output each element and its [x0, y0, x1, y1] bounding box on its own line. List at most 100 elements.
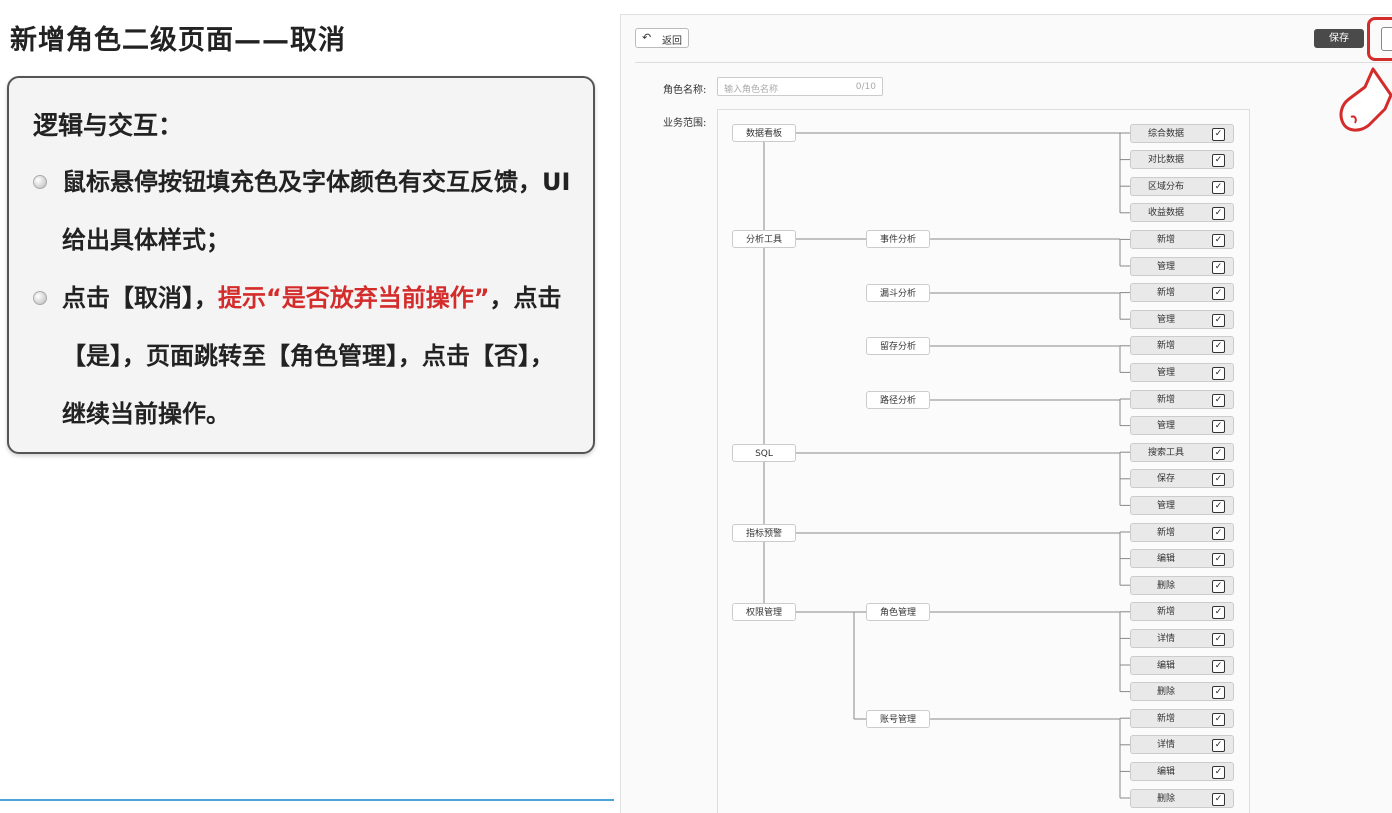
tree-node-mid[interactable]: 漏斗分析	[866, 284, 930, 302]
leaf-label: 编辑	[1156, 660, 1175, 671]
leaf-checkbox[interactable]: ✓	[1212, 579, 1225, 593]
tree-leaf-permission: 新增 ✓	[1130, 389, 1234, 409]
tree-node-mid[interactable]: 路径分析	[866, 391, 930, 409]
leaf-checkbox[interactable]: ✓	[1212, 287, 1225, 301]
tree-node-mid[interactable]: 角色管理	[866, 603, 930, 621]
leaf-label: 保存	[1156, 474, 1175, 485]
bullet-text-a: 点击【取消】，	[62, 284, 218, 312]
leaf-label: 编辑	[1156, 554, 1175, 565]
back-button[interactable]: ↶ 返回	[635, 28, 689, 48]
tree-leaf-permission: 编辑 ✓	[1130, 761, 1234, 781]
leaf-label: 删除	[1156, 793, 1175, 804]
tree-leaf-permission: 新增 ✓	[1130, 602, 1234, 622]
leaf-checkbox[interactable]: ✓	[1212, 127, 1225, 141]
tree-leaf-permission: 新增 ✓	[1130, 708, 1234, 728]
leaf-checkbox[interactable]: ✓	[1212, 420, 1225, 434]
leaf-checkbox[interactable]: ✓	[1212, 207, 1225, 221]
leaf-label: 新增	[1156, 394, 1175, 405]
slide-title: 新增角色二级页面——取消	[10, 25, 346, 56]
tree-node-top[interactable]: 权限管理	[732, 603, 796, 621]
tree-leaf-permission: 管理 ✓	[1130, 362, 1234, 382]
tree-leaf-permission: 新增 ✓	[1130, 336, 1234, 356]
slide-bottom-rule	[0, 799, 614, 801]
leaf-checkbox[interactable]: ✓	[1212, 446, 1225, 460]
role-edit-page: ↶ 返回 保存 角色名称: 输入角色名称 0/10 业务范围: 数据看板分析工具…	[620, 14, 1392, 813]
leaf-checkbox[interactable]: ✓	[1212, 632, 1225, 646]
tree-leaf-permission: 删除 ✓	[1130, 682, 1234, 702]
tree-node-top[interactable]: 数据看板	[732, 124, 796, 142]
leaf-label: 搜索工具	[1147, 447, 1184, 458]
leaf-label: 收益数据	[1147, 208, 1184, 219]
note-heading: 逻辑与交互：	[33, 111, 184, 140]
leaf-label: 管理	[1156, 500, 1175, 511]
leaf-checkbox[interactable]: ✓	[1212, 553, 1225, 567]
leaf-checkbox[interactable]: ✓	[1212, 233, 1225, 247]
leaf-label: 删除	[1156, 687, 1175, 698]
bullet-dot-icon	[33, 291, 47, 305]
leaf-checkbox[interactable]: ✓	[1212, 154, 1225, 168]
leaf-checkbox[interactable]: ✓	[1212, 313, 1225, 327]
logic-note-box: 逻辑与交互： 鼠标悬停按钮填充色及字体颜色有交互反馈，UI给出具体样式； 点击【…	[7, 76, 595, 454]
leaf-checkbox[interactable]: ✓	[1212, 366, 1225, 380]
tree-leaf-permission: 详情 ✓	[1130, 628, 1234, 648]
leaf-checkbox[interactable]: ✓	[1212, 792, 1225, 806]
leaf-label: 管理	[1156, 314, 1175, 325]
tree-leaf-permission: 详情 ✓	[1130, 735, 1234, 755]
leaf-checkbox[interactable]: ✓	[1212, 473, 1225, 487]
leaf-label: 详情	[1156, 740, 1175, 751]
tree-node-mid[interactable]: 留存分析	[866, 337, 930, 355]
tree-node-top[interactable]: 指标预警	[732, 524, 796, 542]
leaf-label: 详情	[1156, 633, 1175, 644]
bullet-hover-feedback: 鼠标悬停按钮填充色及字体颜色有交互反馈，UI给出具体样式；	[33, 153, 573, 269]
tree-leaf-permission: 删除 ✓	[1130, 788, 1234, 808]
tree-leaf-permission: 区域分布 ✓	[1130, 176, 1234, 196]
leaf-label: 新增	[1156, 288, 1175, 299]
leaf-label: 新增	[1156, 527, 1175, 538]
leaf-label: 删除	[1156, 580, 1175, 591]
leaf-label: 新增	[1156, 607, 1175, 618]
business-scope-label: 业务范围:	[663, 118, 707, 129]
role-name-counter: 0/10	[855, 82, 876, 92]
leaf-label: 管理	[1156, 367, 1175, 378]
tree-leaf-permission: 删除 ✓	[1130, 575, 1234, 595]
bullet-text-highlight: 提示“是否放弃当前操作”	[218, 284, 490, 312]
leaf-checkbox[interactable]: ✓	[1212, 180, 1225, 194]
save-button[interactable]: 保存	[1314, 29, 1364, 48]
leaf-label: 新增	[1156, 341, 1175, 352]
leaf-checkbox[interactable]: ✓	[1212, 765, 1225, 779]
tree-leaf-permission: 综合数据 ✓	[1130, 123, 1234, 143]
tree-leaf-permission: 管理 ✓	[1130, 416, 1234, 436]
leaf-checkbox[interactable]: ✓	[1212, 739, 1225, 753]
leaf-label: 综合数据	[1147, 128, 1184, 139]
hand-pointer-icon	[1339, 67, 1392, 132]
leaf-checkbox[interactable]: ✓	[1212, 499, 1225, 513]
leaf-checkbox[interactable]: ✓	[1212, 686, 1225, 700]
bullet-cancel-behavior: 点击【取消】，提示“是否放弃当前操作”，点击【是】，页面跳转至【角色管理】，点击…	[33, 269, 573, 443]
bullet-dot-icon	[33, 175, 47, 189]
leaf-checkbox[interactable]: ✓	[1212, 340, 1225, 354]
cancel-highlight-ring	[1367, 17, 1392, 61]
leaf-checkbox[interactable]: ✓	[1212, 606, 1225, 620]
leaf-label: 新增	[1156, 234, 1175, 245]
header-divider	[635, 62, 1392, 63]
tree-node-mid[interactable]: 账号管理	[866, 710, 930, 728]
role-name-placeholder: 输入角色名称	[724, 85, 779, 95]
tree-leaf-permission: 新增 ✓	[1130, 229, 1234, 249]
leaf-checkbox[interactable]: ✓	[1212, 393, 1225, 407]
bullet-text: 点击【取消】，提示“是否放弃当前操作”，点击【是】，页面跳转至【角色管理】，点击…	[33, 269, 573, 443]
bullet-text: 鼠标悬停按钮填充色及字体颜色有交互反馈，UI给出具体样式；	[62, 168, 571, 254]
tree-node-mid[interactable]: 事件分析	[866, 230, 930, 248]
leaf-checkbox[interactable]: ✓	[1212, 526, 1225, 540]
leaf-checkbox[interactable]: ✓	[1212, 260, 1225, 274]
tree-node-top[interactable]: 分析工具	[732, 230, 796, 248]
role-name-label: 角色名称:	[663, 85, 707, 96]
leaf-label: 新增	[1156, 713, 1175, 724]
leaf-label: 区域分布	[1147, 181, 1184, 192]
leaf-checkbox[interactable]: ✓	[1212, 712, 1225, 726]
leaf-checkbox[interactable]: ✓	[1212, 659, 1225, 673]
tree-node-top[interactable]: SQL	[732, 444, 796, 462]
business-scope-tree: 数据看板分析工具 SQL 指标预警权限管理 事件分析漏斗分析留存分析路径分析角色管理账…	[717, 109, 1250, 813]
role-name-input[interactable]: 输入角色名称 0/10	[717, 77, 883, 96]
tree-leaf-permission: 新增 ✓	[1130, 522, 1234, 542]
tree-leaf-permission: 搜索工具 ✓	[1130, 442, 1234, 462]
